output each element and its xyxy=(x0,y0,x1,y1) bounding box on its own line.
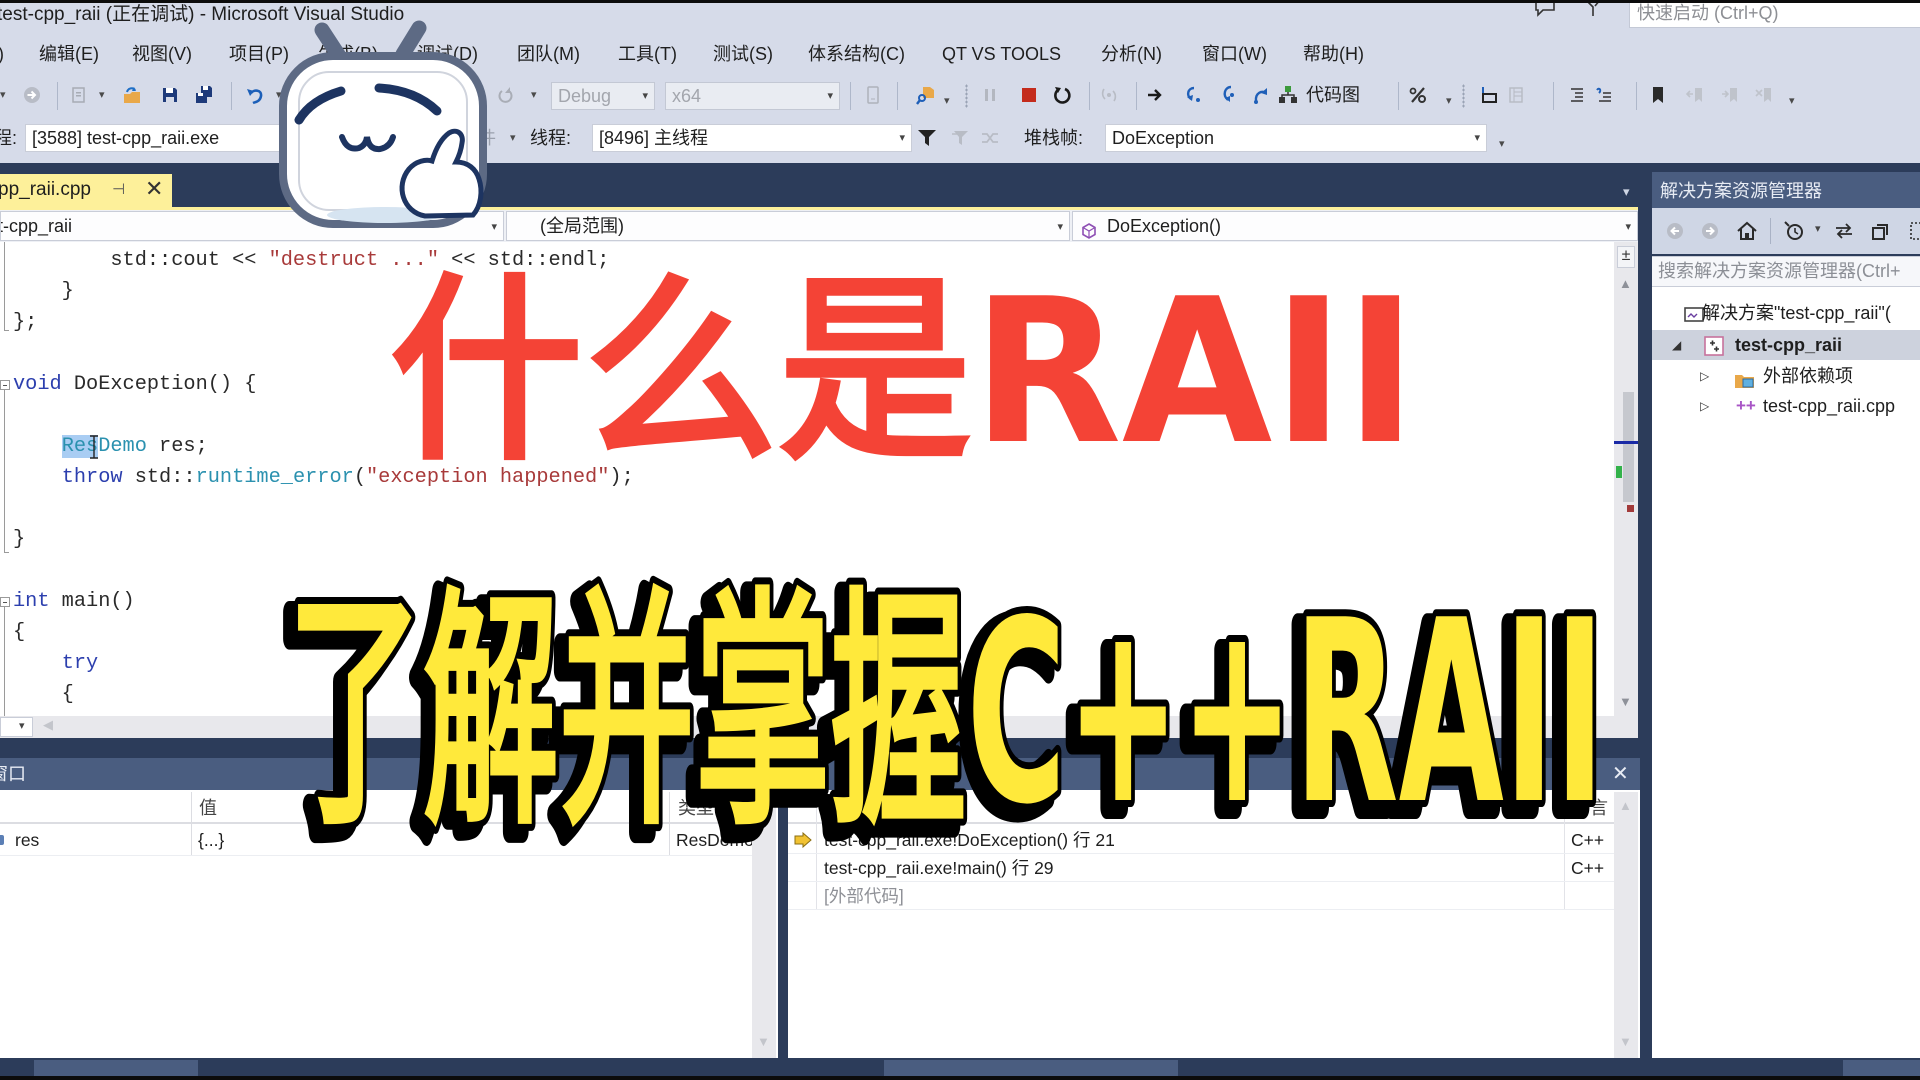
thumbnail-overlay: 什么是RAII 了解并掌握C++RAII 了解并掌握C++RAII xyxy=(267,256,1612,879)
headline-text: 什么是RAII xyxy=(389,256,1417,489)
subheadline-text: 了解并掌握C++RAII xyxy=(287,567,1605,860)
visual-studio-window: test-cpp_raii (正在调试) - Microsoft Visual … xyxy=(0,0,1920,1080)
